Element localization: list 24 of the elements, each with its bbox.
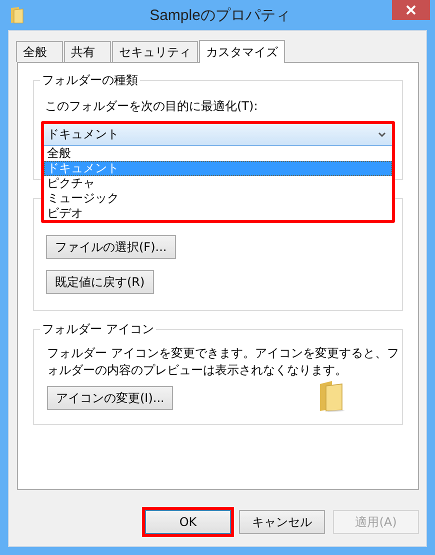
window-title: Sampleのプロパティ [148, 6, 292, 24]
description-text: フォルダー アイコンを変更できます。アイコンを変更すると、フォルダーの内容のプレビューは表示されなくなります。 [47, 345, 400, 379]
tab[interactable]: 共有 [64, 41, 111, 62]
chevron-icon [378, 132, 386, 138]
change-icon-button[interactable]: アイコンの変更(I)... [47, 386, 174, 410]
folder-icon [318, 380, 346, 412]
dialog-button[interactable]: 既定値に戻す(R) [46, 270, 154, 294]
dialog-button[interactable]: ファイルの選択(F)... [46, 235, 176, 259]
tab[interactable]: カスタマイズ [199, 40, 285, 63]
dropdown-field[interactable]: ドキュメント [43, 123, 393, 146]
close-icon [406, 5, 416, 15]
dialog-button[interactable]: キャンセル [239, 510, 325, 534]
dropdown-option[interactable]: ピクチャ [44, 176, 392, 191]
dropdown-option[interactable]: 全般 [44, 146, 392, 161]
tab[interactable]: 全般 [16, 41, 63, 62]
dropdown-option[interactable]: ミュージック [44, 191, 392, 206]
dialog-button[interactable]: OK [145, 510, 231, 534]
dropdown-option[interactable]: ビデオ [44, 206, 392, 221]
close-button[interactable] [392, 0, 430, 20]
group-title: フォルダーの種類 [40, 73, 140, 87]
folder-icon [10, 6, 24, 24]
group-title: フォルダー アイコン [40, 322, 156, 336]
field-label: このフォルダーを次の目的に最適化(T): [45, 99, 259, 113]
tab[interactable]: セキュリティ [112, 41, 198, 62]
